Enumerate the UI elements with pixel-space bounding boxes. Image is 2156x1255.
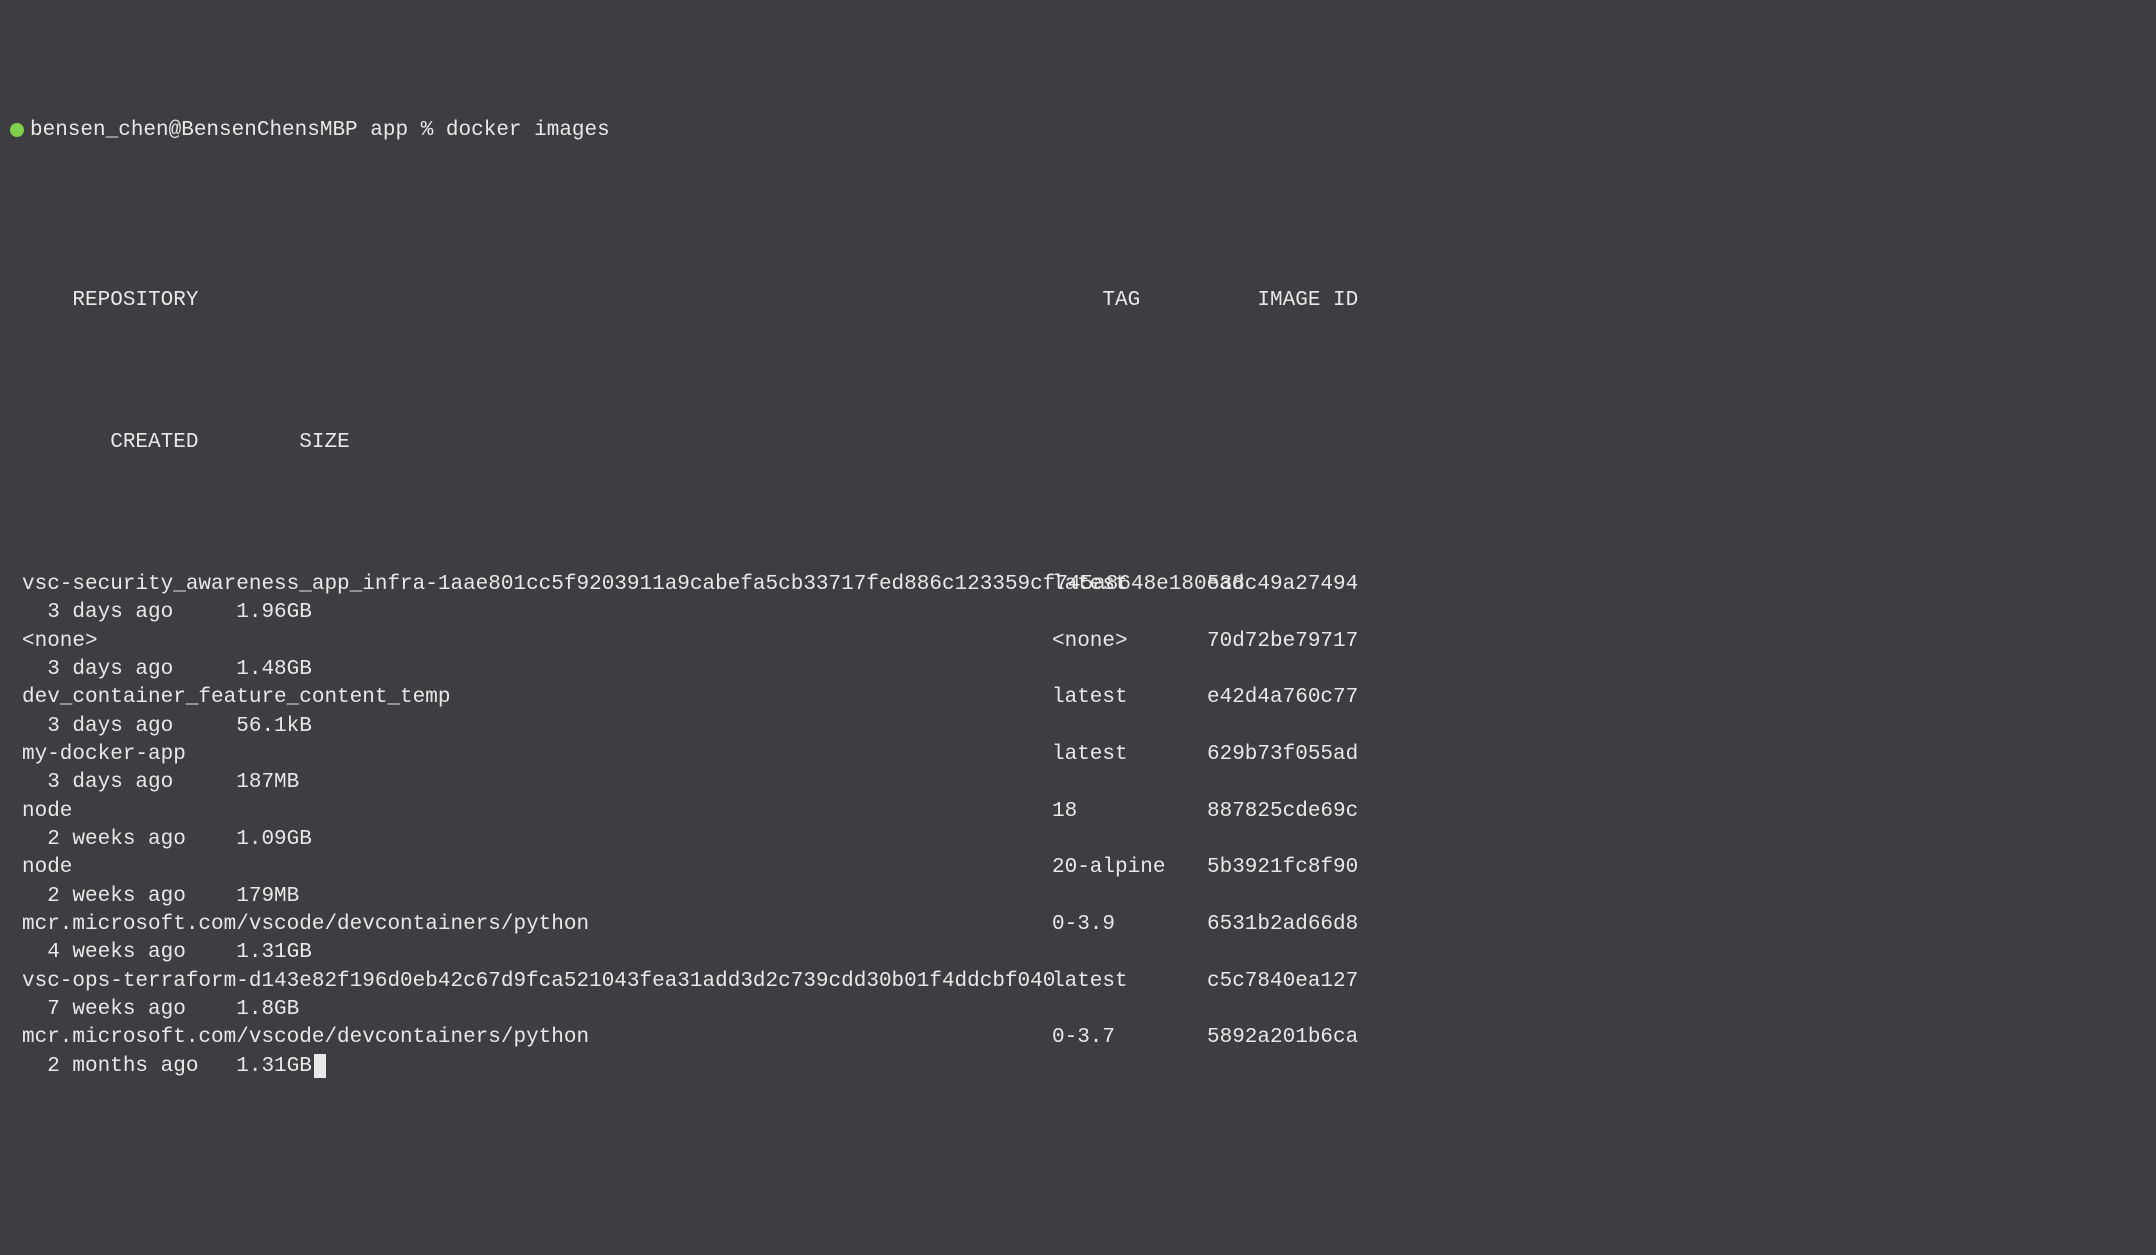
row-created-size: 3 days ago 56.1kB: [22, 713, 312, 741]
row-imageid: 629b73f055ad: [1207, 741, 1358, 769]
row-repository: mcr.microsoft.com/vscode/devcontainers/p…: [22, 1024, 1052, 1052]
row-repository: vsc-ops-terraform-d143e82f196d0eb42c67d9…: [22, 968, 1052, 996]
table-row: mcr.microsoft.com/vscode/devcontainers/p…: [22, 1024, 2146, 1052]
prompt-cwd: app: [370, 117, 408, 145]
header-imageid: IMAGE ID: [1257, 287, 1358, 315]
row-tag: <none>: [1052, 628, 1207, 656]
table-row: <none><none>70d72be79717: [22, 628, 2146, 656]
table-row: mcr.microsoft.com/vscode/devcontainers/p…: [22, 911, 2146, 939]
table-row: dev_container_feature_content_templatest…: [22, 684, 2146, 712]
prompt-space: [358, 117, 371, 145]
row-imageid: 538c49a27494: [1207, 571, 1358, 599]
row-imageid: c5c7840ea127: [1207, 968, 1358, 996]
prompt-command[interactable]: docker images: [446, 117, 610, 145]
row-repository: vsc-security_awareness_app_infra-1aae801…: [22, 571, 1052, 599]
row-created-size: 2 weeks ago 1.09GB: [22, 826, 312, 854]
header-repository: REPOSITORY: [72, 287, 1102, 315]
row-tag: 0-3.9: [1052, 911, 1207, 939]
row-imageid: e42d4a760c77: [1207, 684, 1358, 712]
table-row-meta: 2 weeks ago 179MB: [22, 883, 2146, 911]
row-tag: latest: [1052, 741, 1207, 769]
table-row: my-docker-applatest629b73f055ad: [22, 741, 2146, 769]
row-repository: dev_container_feature_content_temp: [22, 684, 1052, 712]
row-repository: mcr.microsoft.com/vscode/devcontainers/p…: [22, 911, 1052, 939]
row-created-size: 3 days ago 1.48GB: [22, 656, 312, 684]
table-row-meta: 3 days ago 187MB: [22, 769, 2146, 797]
header-line1: REPOSITORYTAGIMAGE ID: [22, 259, 2146, 344]
prompt-line: bensen_chen@BensenChensMBP app % docker …: [10, 117, 2146, 145]
row-tag: 20-alpine: [1052, 854, 1207, 882]
row-tag: latest: [1052, 684, 1207, 712]
row-repository: <none>: [22, 628, 1052, 656]
table-row-meta: 4 weeks ago 1.31GB: [22, 939, 2146, 967]
row-imageid: 5892a201b6ca: [1207, 1024, 1358, 1052]
row-tag: 18: [1052, 798, 1207, 826]
prompt-space3: [433, 117, 446, 145]
row-imageid: 6531b2ad66d8: [1207, 911, 1358, 939]
row-created-size: 7 weeks ago 1.8GB: [22, 996, 299, 1024]
row-imageid: 70d72be79717: [1207, 628, 1358, 656]
prompt-symbol: %: [421, 117, 434, 145]
cursor-icon: [314, 1054, 326, 1078]
table-row-meta: 2 months ago 1.31GB: [22, 1053, 2146, 1081]
table-row-meta: 3 days ago 1.96GB: [22, 599, 2146, 627]
row-imageid: 887825cde69c: [1207, 798, 1358, 826]
row-created-size: 4 weeks ago 1.31GB: [22, 939, 312, 967]
status-dot-icon: [10, 123, 24, 137]
table-row: node20-alpine5b3921fc8f90: [22, 854, 2146, 882]
table-row-meta: 3 days ago 1.48GB: [22, 656, 2146, 684]
row-tag: 0-3.7: [1052, 1024, 1207, 1052]
table-row: vsc-security_awareness_app_infra-1aae801…: [22, 571, 2146, 599]
row-tag: latest: [1052, 968, 1207, 996]
row-created-size: 3 days ago 1.96GB: [22, 599, 312, 627]
terminal-output: REPOSITORYTAGIMAGE ID CREATED SIZE vsc-s…: [10, 202, 2146, 1109]
prompt-user-host: bensen_chen@BensenChensMBP: [30, 117, 358, 145]
row-tag: latest: [1052, 571, 1207, 599]
table-row-meta: 7 weeks ago 1.8GB: [22, 996, 2146, 1024]
prompt-space2: [408, 117, 421, 145]
table-rows: vsc-security_awareness_app_infra-1aae801…: [22, 571, 2146, 1081]
table-row: vsc-ops-terraform-d143e82f196d0eb42c67d9…: [22, 968, 2146, 996]
table-row-meta: 3 days ago 56.1kB: [22, 713, 2146, 741]
row-repository: my-docker-app: [22, 741, 1052, 769]
row-created-size: 3 days ago 187MB: [22, 769, 299, 797]
row-repository: node: [22, 854, 1052, 882]
table-row-meta: 2 weeks ago 1.09GB: [22, 826, 2146, 854]
row-repository: node: [22, 798, 1052, 826]
header-created-size: CREATED SIZE: [72, 429, 349, 457]
row-created-size: 2 months ago 1.31GB: [22, 1053, 312, 1081]
header-tag: TAG: [1102, 287, 1257, 315]
row-imageid: 5b3921fc8f90: [1207, 854, 1358, 882]
header-line2: CREATED SIZE: [22, 401, 2146, 486]
table-row: node18887825cde69c: [22, 798, 2146, 826]
row-created-size: 2 weeks ago 179MB: [22, 883, 299, 911]
